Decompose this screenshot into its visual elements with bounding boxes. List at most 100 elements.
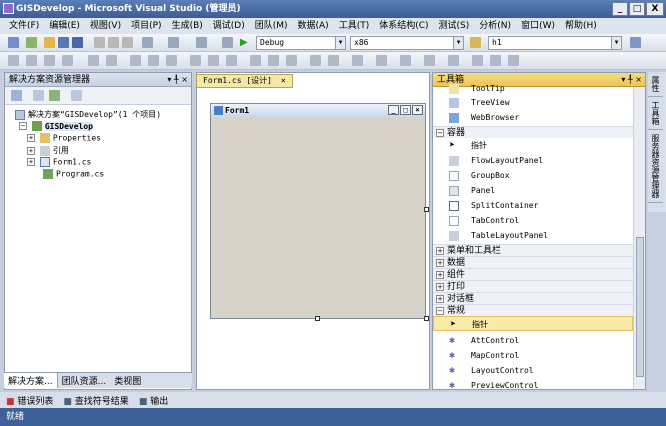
open-file-icon[interactable] — [44, 37, 55, 48]
paste-icon[interactable] — [122, 37, 133, 48]
align-right-icon[interactable] — [44, 55, 55, 66]
toolbox-section-data[interactable]: + 数据 — [433, 256, 633, 268]
menu-tools[interactable]: 工具(T) — [334, 18, 375, 34]
toolbox-section-printing[interactable]: + 打印 — [433, 280, 633, 292]
platform-select[interactable]: x86 ▼ — [350, 36, 464, 50]
navigate-icon[interactable] — [196, 37, 207, 48]
refresh-icon[interactable] — [49, 90, 60, 101]
menu-file[interactable]: 文件(F) — [4, 18, 44, 34]
increase-spacing-icon[interactable] — [208, 55, 219, 66]
toolbox-item-splitcontainer[interactable]: SplitContainer — [433, 198, 633, 213]
undo-icon[interactable] — [142, 37, 153, 48]
tab-form1-designer[interactable]: Form1.cs [设计] × — [196, 74, 293, 88]
toolbox-item-tablelayoutpanel[interactable]: TableLayoutPanel — [433, 228, 633, 243]
vertical-spacing-icon[interactable] — [250, 55, 261, 66]
toolbox-section-dialogs[interactable]: + 对话框 — [433, 292, 633, 304]
bookmark-icon[interactable] — [472, 55, 483, 66]
solution-explorer-toolbar-icon[interactable] — [630, 37, 641, 48]
menu-architecture[interactable]: 体系结构(C) — [374, 18, 433, 34]
find-input[interactable]: h1 ▼ — [488, 36, 622, 50]
tree-item-properties[interactable]: + Properties — [27, 133, 101, 143]
expand-icon[interactable]: + — [27, 158, 35, 166]
view-designer-icon[interactable] — [71, 90, 82, 101]
start-debugging-icon[interactable]: ▶ — [240, 37, 251, 48]
menu-analyze[interactable]: 分析(N) — [474, 18, 516, 34]
toolbox-section-general[interactable]: − 常规 — [433, 304, 633, 316]
toolbox-item-layoutcontrol[interactable]: ✱ LayoutControl — [433, 363, 633, 378]
center-vertically-icon[interactable] — [286, 55, 297, 66]
resize-handle-bottom[interactable] — [315, 316, 320, 321]
find-in-files-icon[interactable] — [470, 37, 481, 48]
make-same-width-icon[interactable] — [130, 55, 141, 66]
align-top-icon[interactable] — [62, 55, 73, 66]
close-tab-icon[interactable]: × — [281, 76, 286, 85]
menu-test[interactable]: 测试(S) — [434, 18, 475, 34]
scrollbar-thumb[interactable] — [636, 237, 644, 377]
side-tab-server-explorer[interactable]: 服务器资源管理器 — [648, 130, 663, 203]
toolbox-item-webbrowser[interactable]: WebBrowser — [433, 110, 633, 125]
comment-icon[interactable] — [424, 55, 435, 66]
decrease-spacing-icon[interactable] — [226, 55, 237, 66]
toolbox-item-mapcontrol[interactable]: ✱ MapControl — [433, 348, 633, 363]
tab-order-icon[interactable] — [352, 55, 363, 66]
next-bookmark-icon[interactable] — [490, 55, 501, 66]
align-center-icon[interactable] — [26, 55, 37, 66]
toolbox-item-pointer[interactable]: ➤ 指针 — [433, 138, 633, 153]
toolbox-item-previewcontrol[interactable]: ✱ PreviewControl — [433, 378, 633, 390]
menu-edit[interactable]: 编辑(E) — [44, 18, 85, 34]
menu-project[interactable]: 项目(P) — [126, 18, 166, 34]
menu-data[interactable]: 数据(A) — [293, 18, 334, 34]
resize-handle-right[interactable] — [424, 207, 429, 212]
menu-build[interactable]: 生成(B) — [167, 18, 208, 34]
tree-item-program[interactable]: Program.cs — [43, 169, 104, 179]
toolbox-item-pointer-general[interactable]: ➤ 指针 — [433, 316, 633, 331]
tab-error-list[interactable]: ■ 错误列表 — [6, 394, 53, 407]
bring-to-front-icon[interactable] — [310, 55, 321, 66]
minimize-button[interactable]: _ — [612, 2, 628, 16]
previous-bookmark-icon[interactable] — [508, 55, 519, 66]
align-bottom-icon[interactable] — [106, 55, 117, 66]
tab-class-view[interactable]: 类视图 — [110, 373, 145, 388]
save-icon[interactable] — [58, 37, 69, 48]
toolbox-item-panel[interactable]: Panel — [433, 183, 633, 198]
configuration-select[interactable]: Debug ▼ — [256, 36, 346, 50]
side-tab-toolbox[interactable]: 工具箱 — [648, 97, 663, 130]
menu-window[interactable]: 窗口(W) — [516, 18, 560, 34]
navigate-forward-icon[interactable] — [222, 37, 233, 48]
format-icon[interactable] — [400, 55, 411, 66]
toolbox-item-flowlayoutpanel[interactable]: FlowLayoutPanel — [433, 153, 633, 168]
tree-item-project[interactable]: − GISDevelop — [19, 121, 93, 131]
panel-controls[interactable]: ▾ ╀ × — [167, 73, 188, 87]
add-item-icon[interactable] — [26, 37, 37, 48]
align-middle-icon[interactable] — [88, 55, 99, 66]
expand-icon[interactable]: + — [27, 146, 35, 155]
menu-team[interactable]: 团队(M) — [250, 18, 293, 34]
expand-icon[interactable]: + — [27, 134, 35, 142]
properties-icon[interactable] — [11, 90, 22, 101]
uncomment-icon[interactable] — [448, 55, 459, 66]
menu-help[interactable]: 帮助(H) — [560, 18, 602, 34]
side-tab-properties[interactable]: 属性 — [648, 72, 663, 97]
make-same-height-icon[interactable] — [148, 55, 159, 66]
menu-view[interactable]: 视图(V) — [85, 18, 126, 34]
tree-item-solution[interactable]: 解决方案“GISDevelop”(1 个项目) — [15, 109, 161, 120]
tab-team-explorer[interactable]: 团队资源... — [58, 373, 111, 388]
collapse-icon[interactable]: − — [19, 122, 27, 130]
make-same-size-icon[interactable] — [166, 55, 177, 66]
menu-debug[interactable]: 调试(D) — [208, 18, 250, 34]
toolbox-scrollbar[interactable] — [633, 87, 645, 389]
tab-solution-explorer[interactable]: 解决方案... — [4, 373, 58, 388]
copy-icon[interactable] — [108, 37, 119, 48]
save-all-icon[interactable] — [72, 37, 83, 48]
resize-handle-corner[interactable] — [424, 316, 429, 321]
tab-output[interactable]: ■ 输出 — [139, 394, 168, 407]
tab-find-symbol-results[interactable]: ■ 查找符号结果 — [63, 394, 128, 407]
toolbox-item-groupbox[interactable]: GroupBox — [433, 168, 633, 183]
new-project-icon[interactable] — [8, 37, 19, 48]
tree-item-form1[interactable]: + Form1.cs — [27, 157, 91, 167]
align-left-icon[interactable] — [8, 55, 19, 66]
toolbox-item-attcontrol[interactable]: ✱ AttControl — [433, 333, 633, 348]
form1-window[interactable]: Form1 _ □ × — [210, 103, 426, 319]
cut-icon[interactable] — [94, 37, 105, 48]
center-horizontally-icon[interactable] — [268, 55, 279, 66]
